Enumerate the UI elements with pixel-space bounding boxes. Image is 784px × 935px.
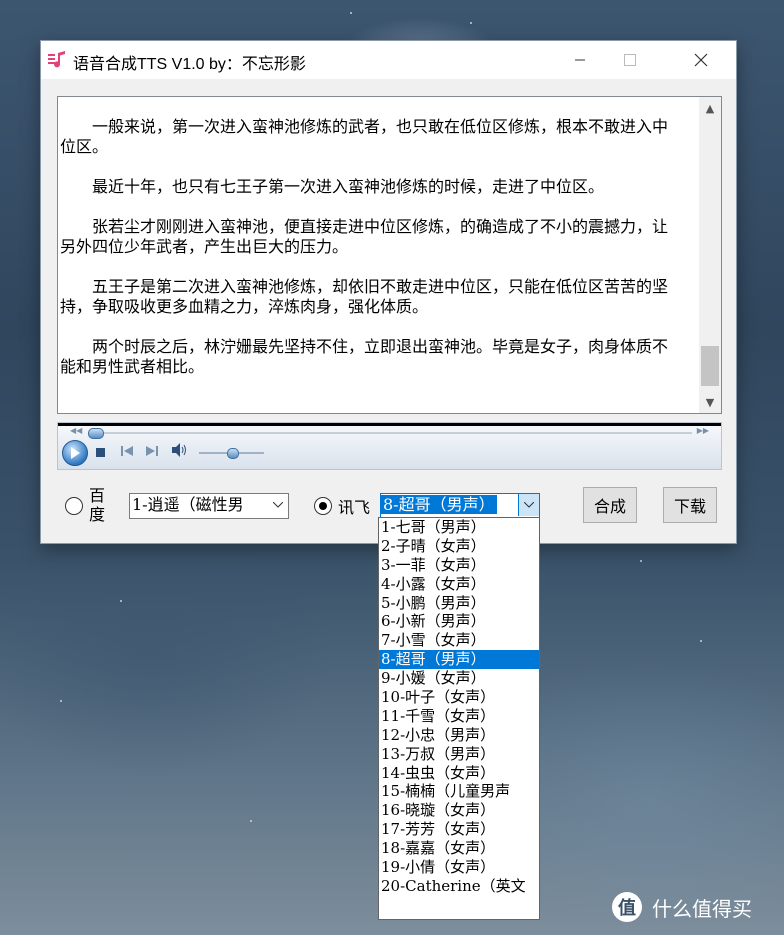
baidu-radio[interactable] (65, 497, 83, 515)
paragraph: 两个时辰之后，林泞姗最先坚持不住，立即退出蛮神池。毕竟是女子，肉身体质不能和男性… (60, 337, 669, 376)
baidu-label: 百度 (89, 486, 106, 524)
paragraph: 最近十年，也只有七王子第一次进入蛮神池修炼的时候，走进了中位区。 (92, 177, 605, 196)
list-item[interactable]: 12-小忠（男声） (379, 726, 539, 745)
xunfei-label: 讯飞 (338, 498, 371, 517)
app-icon (48, 51, 65, 68)
seek-back-icon[interactable]: ◀◀ (70, 426, 82, 435)
scroll-thumb[interactable] (701, 346, 719, 386)
list-item[interactable]: 2-子晴（女声） (379, 537, 539, 556)
media-player: ◀◀ ▶▶ (57, 422, 722, 470)
list-item[interactable]: 15-楠楠（儿童男声 (379, 782, 539, 801)
list-item[interactable]: 13-万叔（男声） (379, 745, 539, 764)
list-item[interactable]: 1-七哥（男声） (379, 518, 539, 537)
player-video-area (58, 423, 721, 426)
star (470, 22, 472, 24)
download-button[interactable]: 下载 (663, 487, 717, 523)
paragraph: 五王子是第二次进入蛮神池修炼，却依旧不敢走进中位区，只能在低位区苦苦的坚持，争取… (60, 277, 669, 316)
scroll-up-button[interactable]: ▲ (699, 97, 721, 119)
play-icon (71, 447, 80, 459)
list-item[interactable]: 7-小雪（女声） (379, 631, 539, 650)
list-item[interactable]: 18-嘉嘉（女声） (379, 839, 539, 858)
chevron-down-icon[interactable] (268, 494, 288, 516)
window-title: 语音合成TTS V1.0 by：不忘形影 (73, 56, 306, 73)
scroll-down-button[interactable]: ▼ (699, 391, 721, 413)
minimize-icon (575, 59, 585, 61)
paragraph: 一般来说，第一次进入蛮神池修炼的武者，也只敢在低位区修炼，根本不敢进入中位区。 (60, 117, 669, 156)
star (700, 640, 702, 642)
volume-icon[interactable] (172, 443, 188, 460)
volume-handle[interactable] (227, 448, 239, 459)
list-item-selected[interactable]: 8-超哥（男声） (379, 650, 539, 670)
star (640, 560, 642, 562)
list-item[interactable]: 4-小露（女声） (379, 575, 539, 594)
list-item[interactable]: 3-一菲（女声） (379, 556, 539, 575)
seek-bar[interactable] (88, 432, 692, 434)
star (350, 12, 352, 14)
baidu-voice-select[interactable]: 1-逍遥（磁性男 (129, 493, 289, 519)
list-item[interactable]: 11-千雪（女声） (379, 707, 539, 726)
maximize-button[interactable] (607, 41, 653, 79)
minimize-button[interactable] (557, 41, 603, 79)
vertical-scrollbar[interactable]: ▲ ▼ (699, 97, 721, 413)
previous-track-icon[interactable] (121, 445, 133, 459)
chevron-down-icon[interactable] (518, 494, 539, 516)
next-track-icon[interactable] (146, 445, 158, 459)
star (120, 600, 122, 602)
chevron-down-icon: ▼ (705, 395, 715, 409)
title-bar[interactable]: 语音合成TTS V1.0 by：不忘形影 (41, 41, 736, 79)
list-item[interactable]: 5-小鹏（男声） (379, 594, 539, 613)
xunfei-voice-select[interactable]: 8-超哥（男声） (380, 493, 540, 519)
list-item[interactable]: 10-叶子（女声） (379, 688, 539, 707)
list-item[interactable]: 20-Catherine（英文 (379, 877, 539, 896)
star (250, 820, 252, 822)
synthesize-button[interactable]: 合成 (583, 487, 637, 523)
list-item[interactable]: 19-小倩（女声） (379, 858, 539, 877)
list-item[interactable]: 16-晓璇（女声） (379, 801, 539, 820)
text-input-area[interactable]: 一般来说，第一次进入蛮神池修炼的武者，也只敢在低位区修炼，根本不敢进入中位区。 … (57, 96, 722, 414)
xunfei-voice-value: 8-超哥（男声） (381, 495, 497, 514)
text-content: 一般来说，第一次进入蛮神池修炼的武者，也只敢在低位区修炼，根本不敢进入中位区。 … (60, 99, 680, 397)
paragraph: 张若尘才刚刚进入蛮神池，便直接走进中位区修炼，的确造成了不小的震撼力，让另外四位… (60, 217, 669, 256)
play-button[interactable] (62, 440, 88, 466)
voice-dropdown-list[interactable]: 1-七哥（男声） 2-子晴（女声） 3-一菲（女声） 4-小露（女声） 5-小鹏… (378, 517, 540, 920)
list-item[interactable]: 6-小新（男声） (379, 612, 539, 631)
maximize-icon (624, 54, 636, 66)
baidu-voice-value: 1-逍遥（磁性男 (132, 495, 244, 514)
watermark-text: 什么值得买 (652, 896, 752, 921)
watermark-logo-icon: 值 (612, 892, 642, 922)
close-button[interactable] (678, 41, 724, 79)
close-icon (694, 53, 708, 67)
seek-forward-icon[interactable]: ▶▶ (697, 426, 709, 435)
star (60, 700, 62, 702)
list-item[interactable]: 14-虫虫（女声） (379, 764, 539, 783)
list-item[interactable]: 9-小媛（女声） (379, 669, 539, 688)
tts-window: 语音合成TTS V1.0 by：不忘形影 一般来说，第一次进入蛮神池修炼的武者，… (40, 40, 737, 544)
list-item[interactable]: 17-芳芳（女声） (379, 820, 539, 839)
chevron-up-icon: ▲ (705, 101, 715, 115)
stop-icon[interactable] (96, 446, 105, 460)
watermark: 值 什么值得买 (612, 892, 752, 922)
xunfei-radio[interactable] (314, 497, 332, 515)
seek-handle[interactable] (88, 428, 104, 439)
radio-selected-dot (319, 502, 327, 510)
